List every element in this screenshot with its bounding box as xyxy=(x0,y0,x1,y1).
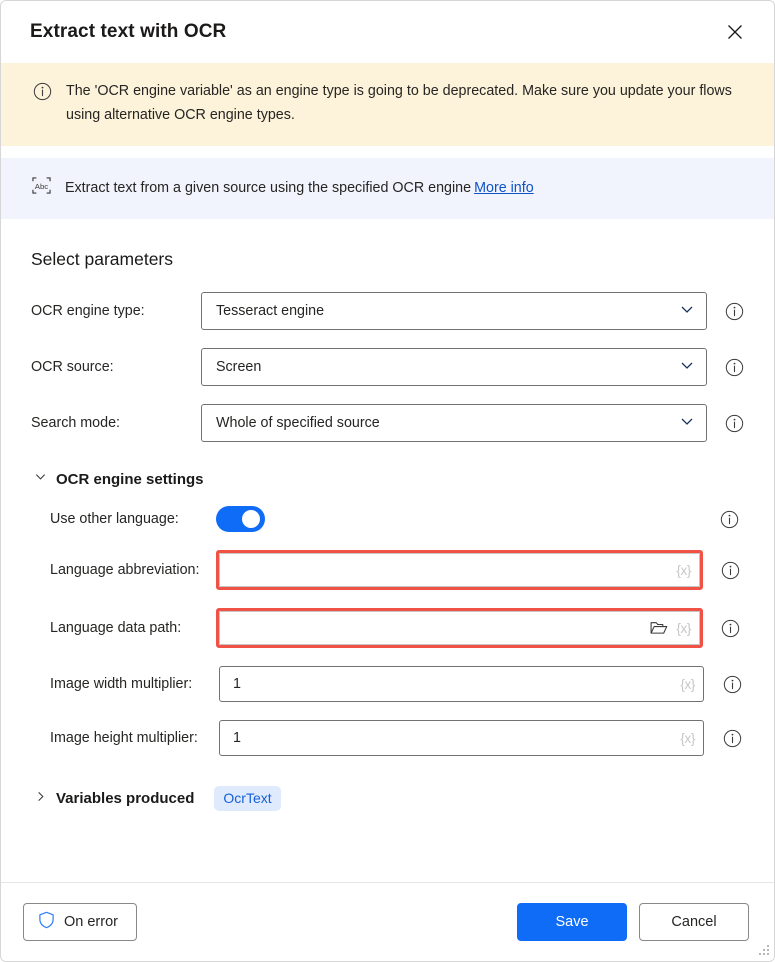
cancel-button[interactable]: Cancel xyxy=(639,903,749,941)
control-ocr-engine-type: Tesseract engine xyxy=(201,292,744,331)
extract-text-with-ocr-dialog: Extract text with OCR The 'OCR engine va… xyxy=(0,0,775,962)
info-icon-ocr-source[interactable] xyxy=(725,358,744,377)
label-use-other-language: Use other language: xyxy=(50,511,179,528)
label-image-height-multiplier: Image height multiplier: xyxy=(50,730,198,747)
action-description-strip: Abc Extract text from a given source usi… xyxy=(1,158,774,220)
field-row-language-abbreviation: Language abbreviation: {x} xyxy=(1,550,774,591)
input-language-abbreviation[interactable]: {x} xyxy=(219,553,700,588)
field-row-use-other-language: Use other language: xyxy=(1,506,774,533)
more-info-link[interactable]: More info xyxy=(474,180,534,196)
error-outline-language-data-path: {x} xyxy=(216,608,703,649)
field-row-image-height-multiplier: Image height multiplier: 1 {x} xyxy=(1,720,774,757)
input-image-width-multiplier[interactable]: 1 {x} xyxy=(219,666,704,703)
dropdown-search-mode[interactable]: Whole of specified source xyxy=(201,404,707,443)
info-icon-ocr-engine-type[interactable] xyxy=(725,302,744,321)
save-button[interactable]: Save xyxy=(517,903,627,941)
label-ocr-engine-type: OCR engine type: xyxy=(31,303,145,320)
banner-divider xyxy=(1,146,774,159)
toggle-knob xyxy=(242,510,260,529)
info-icon-language-data-path[interactable] xyxy=(721,619,740,638)
expander-ocr-engine-settings[interactable]: OCR engine settings xyxy=(1,470,774,488)
control-search-mode: Whole of specified source xyxy=(201,404,744,443)
variable-glyph-icon[interactable]: {x} xyxy=(680,677,695,692)
expander-label-variables-produced: Variables produced xyxy=(56,790,195,808)
svg-text:Abc: Abc xyxy=(35,182,48,191)
toggle-use-other-language[interactable] xyxy=(216,506,265,533)
chevron-down-icon xyxy=(679,357,695,378)
info-icon-image-height-multiplier[interactable] xyxy=(723,729,742,748)
dropdown-value-search-mode: Whole of specified source xyxy=(216,415,380,432)
close-button[interactable] xyxy=(716,15,754,49)
on-error-button[interactable]: On error xyxy=(23,903,137,941)
variable-glyph-icon[interactable]: {x} xyxy=(680,731,695,746)
control-language-abbreviation: {x} xyxy=(216,550,740,591)
input-image-height-multiplier[interactable]: 1 {x} xyxy=(219,720,704,757)
page-title: Extract text with OCR xyxy=(30,21,227,42)
label-image-width-multiplier: Image width multiplier: xyxy=(50,676,193,693)
control-image-height-multiplier: 1 {x} xyxy=(216,720,742,757)
input-value-image-width-multiplier: 1 xyxy=(233,676,241,693)
field-row-ocr-source: OCR source: Screen xyxy=(1,348,774,387)
info-circle-icon xyxy=(33,82,52,106)
label-language-data-path: Language data path: xyxy=(50,620,182,637)
chevron-down-icon xyxy=(679,413,695,434)
field-row-language-data-path: Language data path: {x} xyxy=(1,608,774,649)
field-row-search-mode: Search mode: Whole of specified source xyxy=(1,404,774,443)
info-icon-image-width-multiplier[interactable] xyxy=(723,675,742,694)
input-language-data-path[interactable]: {x} xyxy=(219,611,700,646)
folder-open-icon[interactable] xyxy=(650,620,668,636)
expander-variables-produced[interactable]: Variables produced OcrText xyxy=(1,786,774,812)
dialog-titlebar: Extract text with OCR xyxy=(1,1,774,63)
label-ocr-source: OCR source: xyxy=(31,359,114,376)
on-error-label: On error xyxy=(64,914,118,930)
field-row-image-width-multiplier: Image width multiplier: 1 {x} xyxy=(1,666,774,703)
abc-ocr-icon: Abc xyxy=(31,176,52,200)
variable-badge-ocrtext[interactable]: OcrText xyxy=(214,786,281,812)
chevron-right-icon xyxy=(34,790,47,808)
variable-glyph-icon[interactable]: {x} xyxy=(676,563,691,578)
dropdown-value-ocr-engine-type: Tesseract engine xyxy=(216,303,325,320)
dropdown-value-ocr-source: Screen xyxy=(216,359,262,376)
shield-icon xyxy=(38,911,55,933)
expander-label-ocr-engine-settings: OCR engine settings xyxy=(56,470,204,488)
deprecation-warning-banner: The 'OCR engine variable' as an engine t… xyxy=(1,63,774,147)
input-value-image-height-multiplier: 1 xyxy=(233,730,241,747)
label-search-mode: Search mode: xyxy=(31,415,121,432)
info-icon-use-other-language[interactable] xyxy=(720,510,739,529)
warning-banner-text: The 'OCR engine variable' as an engine t… xyxy=(66,83,732,123)
action-description-label: Extract text from a given source using t… xyxy=(65,180,472,197)
select-parameters-heading: Select parameters xyxy=(31,249,174,270)
resize-grip-icon[interactable] xyxy=(757,944,770,957)
action-description-text: Extract text from a given source using t… xyxy=(65,180,534,196)
chevron-down-icon xyxy=(34,470,47,488)
error-outline-language-abbreviation: {x} xyxy=(216,550,703,591)
info-icon-language-abbreviation[interactable] xyxy=(721,561,740,580)
field-row-ocr-engine-type: OCR engine type: Tesseract engine xyxy=(1,292,774,331)
control-image-width-multiplier: 1 {x} xyxy=(216,666,742,703)
close-icon xyxy=(727,24,743,40)
control-language-data-path: {x} xyxy=(216,608,740,649)
control-ocr-source: Screen xyxy=(201,348,744,387)
dropdown-ocr-engine-type[interactable]: Tesseract engine xyxy=(201,292,707,331)
control-use-other-language xyxy=(216,506,739,533)
label-language-abbreviation: Language abbreviation: xyxy=(50,562,200,579)
dialog-footer: On error Save Cancel xyxy=(1,882,774,961)
variable-glyph-icon[interactable]: {x} xyxy=(676,621,691,636)
info-icon-search-mode[interactable] xyxy=(725,414,744,433)
chevron-down-icon xyxy=(679,301,695,322)
dropdown-ocr-source[interactable]: Screen xyxy=(201,348,707,387)
dialog-body: Select parameters OCR engine type: Tesse… xyxy=(1,219,774,882)
